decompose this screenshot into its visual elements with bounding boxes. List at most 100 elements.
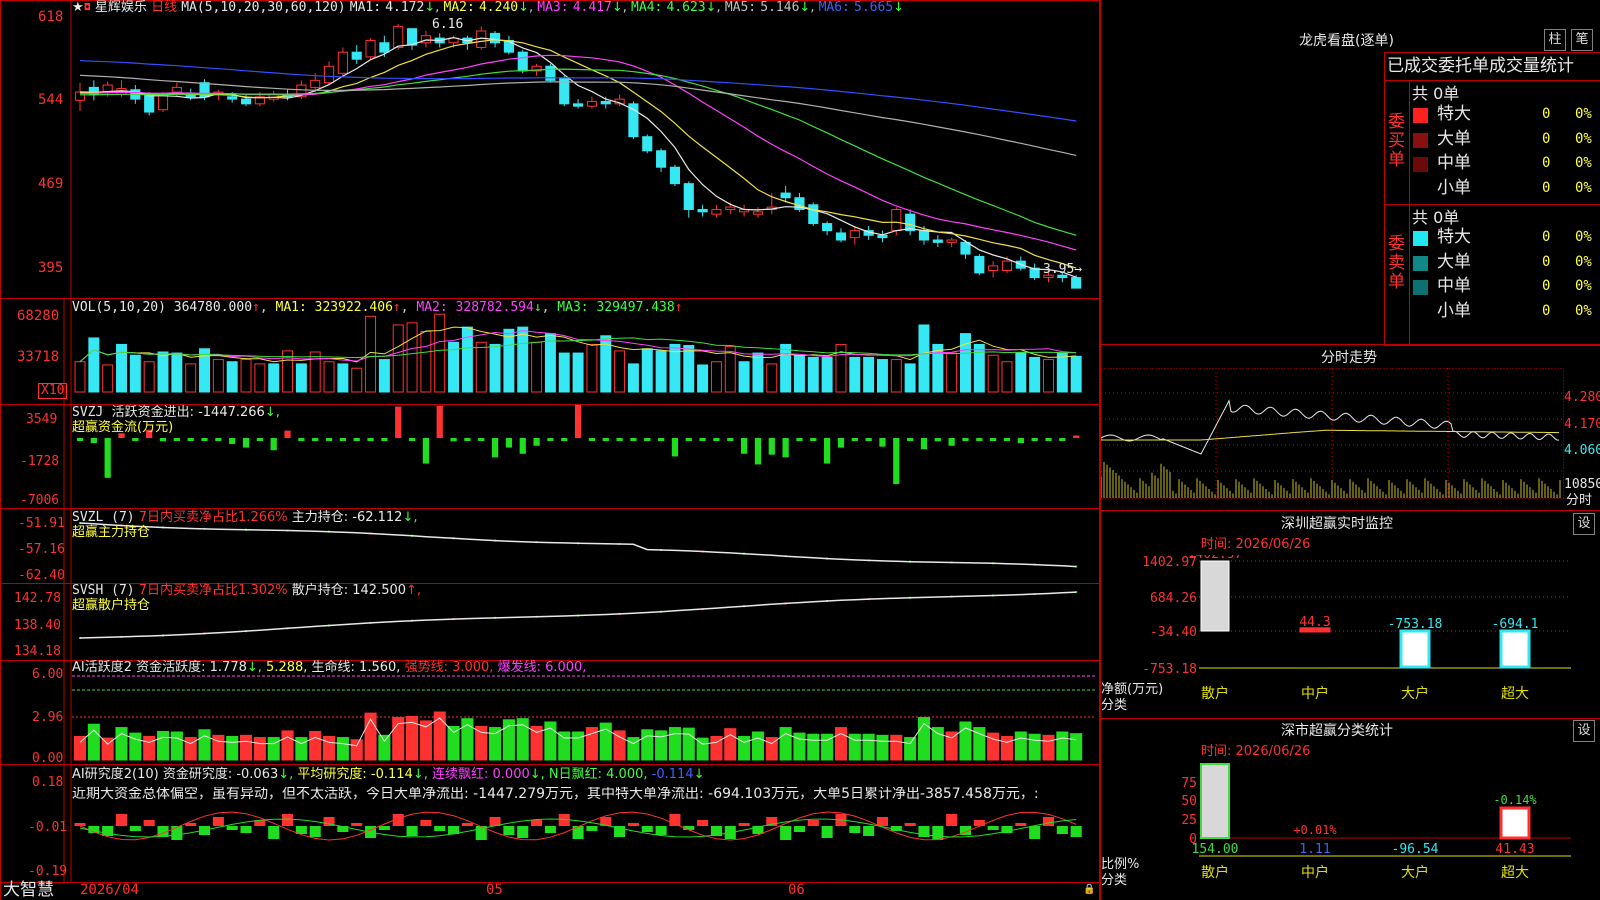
flow-bar	[685, 438, 692, 441]
volume-bar	[572, 352, 584, 393]
sz-class-settings-button[interactable]: 设	[1573, 720, 1595, 742]
volume-bar	[116, 343, 127, 393]
intraday-chart[interactable]	[1101, 368, 1600, 510]
volume-bar	[946, 352, 958, 393]
sz-class-date: 时间: 2026/06/26	[1201, 744, 1311, 759]
svsh-value: 散户持仓: 142.500	[291, 583, 407, 598]
activity-bar	[253, 737, 266, 761]
activity-bar	[834, 727, 847, 761]
candle-body	[918, 230, 930, 241]
flow-bar	[464, 438, 471, 441]
sz-class-category: 中户	[1301, 864, 1329, 881]
intraday-price-tick: 4.060	[1564, 443, 1600, 458]
order-color-swatch	[1413, 231, 1428, 246]
intraday-volume-tick: 10850	[1564, 477, 1600, 492]
sz-monitor-settings-button[interactable]: 设	[1573, 513, 1595, 535]
ai-research-label: AI研究度2(10)	[72, 767, 159, 782]
y-tick: -57.16	[18, 542, 65, 557]
volume-bar	[627, 363, 639, 393]
tab-orders[interactable]: 委托单	[1438, 56, 1489, 76]
research-bar	[1015, 823, 1027, 826]
volume-bar	[793, 354, 805, 393]
candle-body	[877, 234, 888, 239]
y-tick: 3549	[26, 412, 58, 427]
tab-executed[interactable]: 已成交	[1387, 56, 1438, 76]
candle-body	[517, 51, 528, 72]
volume-bar	[212, 359, 224, 393]
bar-view-button[interactable]: 柱	[1544, 29, 1566, 51]
volume-bar	[199, 348, 211, 393]
order-color-swatch	[1413, 181, 1428, 197]
activity-bar	[682, 727, 695, 761]
activity-bar	[212, 734, 225, 761]
volume-bar	[544, 333, 556, 393]
sz-class-category: 散户	[1201, 864, 1229, 881]
vol-value: 364780.000	[173, 300, 253, 315]
sz-monitor-category: 大户	[1401, 685, 1429, 702]
research-bar	[1042, 817, 1055, 826]
activity-bar	[1000, 735, 1014, 761]
volume-bar	[738, 361, 750, 393]
y-tick: 142.78	[14, 591, 61, 606]
ma6-arrow: ↓	[893, 0, 905, 15]
flow-bar	[948, 438, 955, 446]
order-size-label: 小单	[1437, 177, 1471, 198]
research-bar	[849, 826, 861, 833]
activity-bar	[475, 725, 488, 761]
research-bar	[531, 820, 543, 826]
order-tabs: 已成交委托单成交量统计	[1387, 57, 1574, 76]
ma5-label: MA5:	[724, 0, 757, 15]
intraday-avg-line	[1101, 429, 1559, 441]
candle-body	[379, 42, 390, 53]
ma6-value: 5.665	[854, 0, 894, 15]
order-size-label: 大单	[1437, 128, 1471, 149]
activity-bar	[668, 727, 681, 761]
flow-bar	[754, 438, 762, 465]
sz-monitor-axis-label2: 分类	[1101, 698, 1128, 713]
flow-bar	[408, 438, 416, 441]
research-bar	[309, 826, 321, 837]
volume-unit-box: X10	[38, 383, 68, 399]
period-label[interactable]: 日线	[151, 0, 177, 15]
svzj-header: SVZJ 活跃资金进出: -1447.266↓,	[72, 406, 280, 420]
flow-bar	[727, 438, 734, 441]
retail-holding-line	[79, 591, 1077, 639]
flow-bar	[395, 406, 402, 438]
candle-body	[586, 100, 597, 107]
tick-view-button[interactable]: 笔	[1571, 29, 1593, 51]
activity-bar	[931, 727, 944, 761]
lock-icon[interactable]: 🔒	[1083, 883, 1095, 897]
flow-bar	[1017, 438, 1024, 444]
candle-body	[490, 32, 501, 44]
flow-bar	[256, 438, 263, 441]
main-chart-area[interactable]	[0, 0, 1100, 900]
activity-bar	[1028, 733, 1041, 761]
ma-line-3	[79, 54, 1077, 251]
volume-bar	[157, 351, 169, 393]
strong-line-value: 强势线: 3.000,	[404, 660, 494, 675]
ma-line-1	[79, 36, 1077, 278]
vol-label: VOL(5,10,20)	[72, 300, 166, 315]
star-icon[interactable]: ★	[72, 0, 84, 15]
activity-bar	[807, 733, 820, 761]
candle-body	[849, 230, 860, 239]
svzl-title: 超赢主力持仓	[72, 525, 151, 540]
order-size-label: 大单	[1437, 251, 1471, 272]
tab-volume-stats[interactable]: 成交量统计	[1489, 56, 1574, 76]
volume-bar	[240, 359, 252, 393]
activity-bar	[1042, 734, 1055, 761]
ma1-label: MA1:	[349, 0, 382, 15]
burst-line-value: 爆发线: 6.000,	[497, 660, 587, 675]
high-price-mark: 6.16	[432, 17, 464, 32]
ai-research-arrow: ↓,	[278, 767, 294, 782]
ma1-value: 4.172	[385, 0, 425, 15]
date-axis-label: 05	[486, 882, 503, 898]
y-tick: 138.40	[14, 618, 61, 633]
candle-body	[171, 86, 182, 93]
volume-bar	[959, 333, 971, 393]
volume-bar	[295, 363, 307, 393]
sz-class-y-tick: 75	[1181, 776, 1197, 791]
ma4-value: 4.623	[666, 0, 706, 15]
sz-monitor-chart: 1402.97684.26-34.40-753.181402.97散户44.3中…	[1142, 555, 1571, 702]
ma2-arrow: ↓	[518, 0, 530, 15]
